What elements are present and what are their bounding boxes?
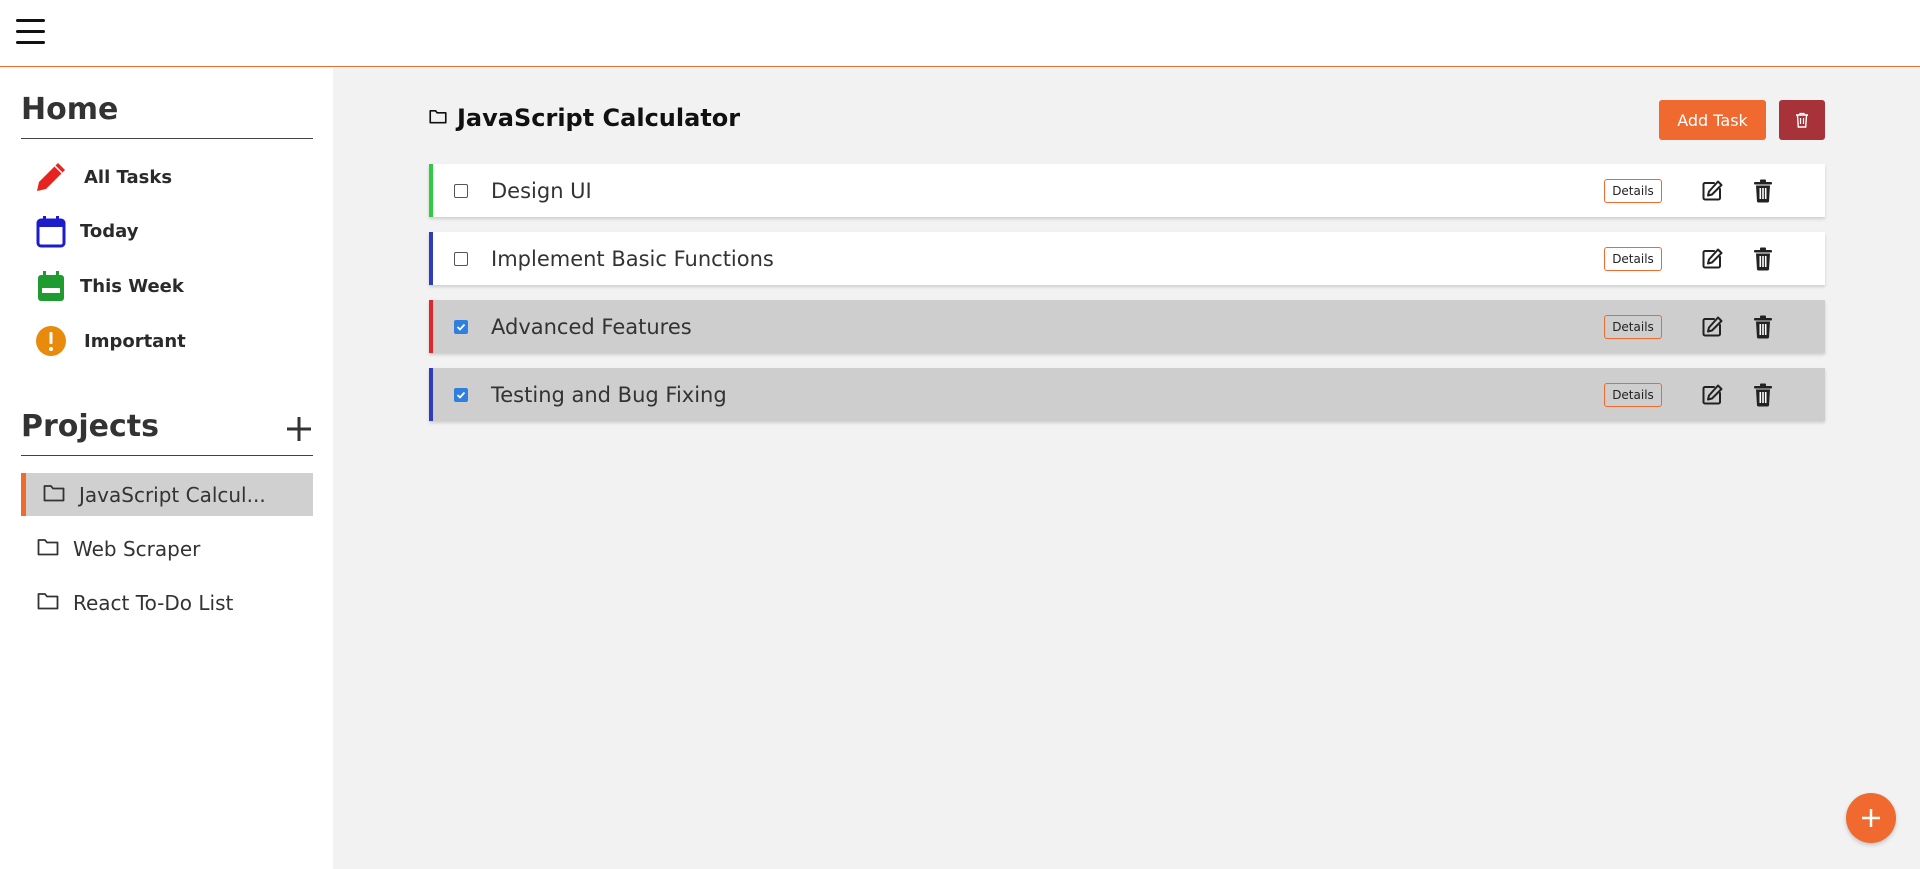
add-task-button[interactable]: Add Task (1659, 100, 1766, 140)
edit-icon[interactable] (1699, 246, 1725, 272)
trash-icon[interactable] (1750, 314, 1776, 340)
task-title: Implement Basic Functions (491, 246, 774, 271)
sidebar-item-important[interactable]: Important (34, 321, 186, 361)
details-button[interactable]: Details (1604, 178, 1662, 203)
details-button[interactable]: Details (1604, 246, 1662, 271)
trash-icon (1796, 112, 1808, 128)
task-checkbox[interactable] (454, 319, 468, 334)
projects-title: Projects (21, 409, 160, 444)
edit-icon[interactable] (1699, 382, 1725, 408)
sidebar-item-all-tasks[interactable]: All Tasks (34, 157, 172, 197)
hamburger-icon[interactable] (16, 19, 45, 44)
trash-icon[interactable] (1750, 246, 1776, 272)
task-row: Advanced Features Details (429, 300, 1825, 353)
details-button[interactable]: Details (1604, 382, 1662, 407)
trash-icon[interactable] (1750, 178, 1776, 204)
sidebar-item-label: All Tasks (84, 166, 173, 188)
project-item-javascript-calculator[interactable]: JavaScript Calcul... (21, 473, 313, 516)
task-row: Implement Basic Functions Details (429, 232, 1825, 285)
project-label: Web Scraper (73, 536, 201, 561)
sidebar-item-label: This Week (80, 275, 184, 297)
sidebar-item-label: Today (80, 220, 139, 242)
task-row: Testing and Bug Fixing Details (429, 368, 1825, 421)
add-project-button[interactable] (285, 415, 313, 443)
project-header: JavaScript Calculator (429, 104, 740, 132)
calendar-day-icon (34, 214, 68, 248)
project-label: JavaScript Calcul... (79, 482, 266, 507)
top-bar (0, 0, 1920, 67)
folder-icon (43, 484, 65, 506)
task-title: Advanced Features (491, 314, 692, 339)
task-row: Design UI Details (429, 164, 1825, 217)
main-content: JavaScript Calculator Add Task Design UI… (333, 68, 1920, 869)
home-title: Home (21, 92, 119, 127)
project-title: JavaScript Calculator (457, 104, 741, 132)
folder-icon (37, 592, 59, 614)
folder-icon (37, 538, 59, 560)
project-item-web-scraper[interactable]: Web Scraper (21, 527, 313, 570)
exclamation-circle-icon (34, 324, 68, 358)
delete-project-button[interactable] (1779, 100, 1825, 140)
sidebar: Home All Tasks Today This Week Important… (0, 68, 333, 869)
home-section-header: Home (21, 92, 313, 139)
calendar-week-icon (34, 269, 68, 303)
edit-icon[interactable] (1699, 314, 1725, 340)
plus-icon (287, 417, 311, 441)
project-label: React To-Do List (73, 590, 234, 615)
task-checkbox[interactable] (454, 183, 468, 198)
sidebar-item-label: Important (84, 330, 186, 352)
task-checkbox[interactable] (454, 251, 468, 266)
project-item-react-todo-list[interactable]: React To-Do List (21, 581, 313, 624)
folder-icon (429, 109, 447, 128)
projects-section-header: Projects (21, 409, 313, 456)
task-title: Testing and Bug Fixing (491, 382, 727, 407)
details-button[interactable]: Details (1604, 314, 1662, 339)
task-checkbox[interactable] (454, 387, 468, 402)
pencil-icon (34, 160, 68, 194)
sidebar-item-this-week[interactable]: This Week (34, 266, 184, 306)
task-title: Design UI (491, 178, 592, 203)
add-fab-button[interactable] (1846, 793, 1896, 843)
plus-icon (1862, 809, 1880, 827)
trash-icon[interactable] (1750, 382, 1776, 408)
edit-icon[interactable] (1699, 178, 1725, 204)
sidebar-item-today[interactable]: Today (34, 211, 138, 251)
